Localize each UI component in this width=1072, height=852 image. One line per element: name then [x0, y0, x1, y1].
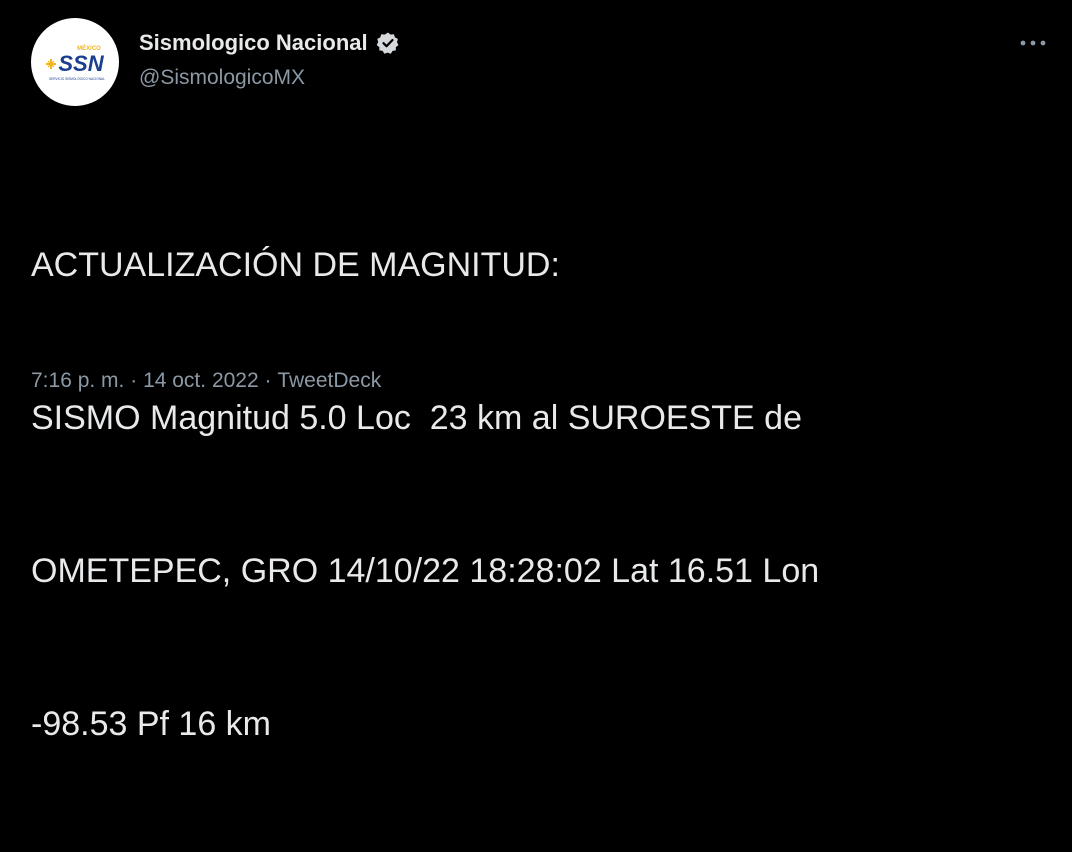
ssn-logo: MÉXICO SSN SERVICIO SISMOLÓGICO NACIONAL: [46, 44, 105, 81]
tweet-card: MÉXICO SSN SERVICIO SISMOLÓGICO NACIONAL…: [0, 0, 1072, 743]
author-name-row: Sismologico Nacional: [139, 29, 400, 57]
tweet-source[interactable]: TweetDeck: [277, 369, 381, 393]
spark-icon: [46, 59, 56, 69]
logo-sub-text: SERVICIO SISMOLÓGICO NACIONAL: [49, 76, 105, 81]
more-horizontal-icon: [1020, 40, 1046, 46]
tweet-text-line: ACTUALIZACIÓN DE MAGNITUD:: [31, 246, 560, 284]
author-handle[interactable]: @SismologicoMX: [139, 66, 305, 90]
tweet-text-line: SISMO Magnitud 5.0 Loc 23 km al SUROESTE…: [31, 399, 802, 437]
logo-text: SSN: [58, 51, 104, 76]
tweet-text: ACTUALIZACIÓN DE MAGNITUD: SISMO Magnitu…: [31, 138, 1041, 852]
meta-separator: ·: [124, 369, 144, 392]
more-options-button[interactable]: [1011, 30, 1055, 56]
tweet-text-line: OMETEPEC, GRO 14/10/22 18:28:02 Lat 16.5…: [31, 552, 820, 590]
author-display-name[interactable]: Sismologico Nacional: [139, 30, 368, 56]
tweet-meta: 7:16 p. m. · 14 oct. 2022 · TweetDeck: [31, 369, 381, 393]
tweet-date[interactable]: 14 oct. 2022: [143, 369, 259, 393]
avatar[interactable]: MÉXICO SSN SERVICIO SISMOLÓGICO NACIONAL: [31, 18, 119, 106]
verified-badge-icon: [376, 31, 400, 55]
meta-separator: ·: [258, 369, 278, 392]
tweet-time[interactable]: 7:16 p. m.: [31, 369, 124, 393]
tweet-text-line: -98.53 Pf 16 km: [31, 705, 272, 743]
